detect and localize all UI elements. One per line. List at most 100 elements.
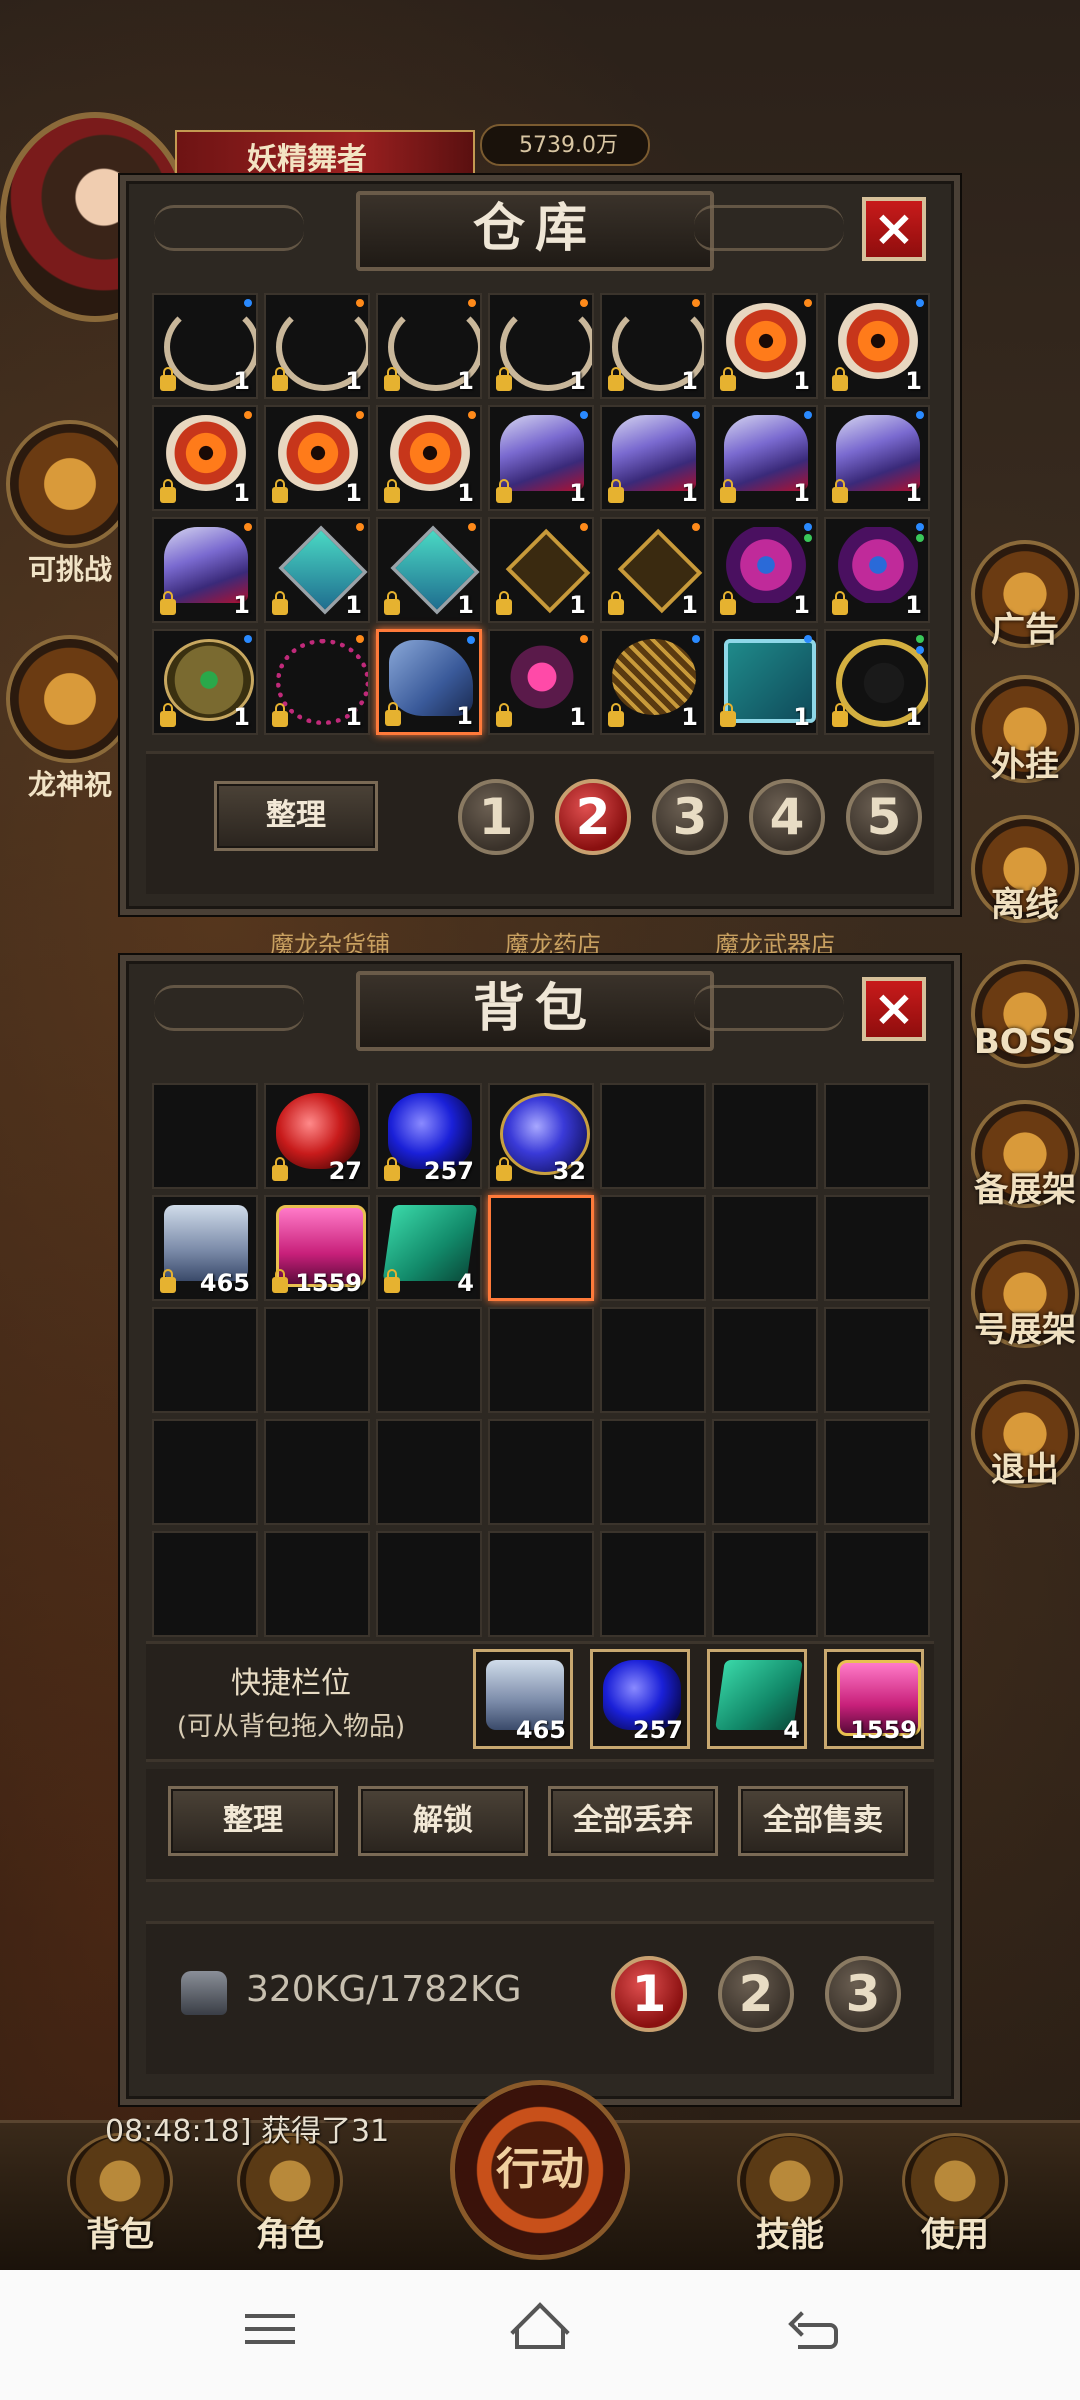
bag-slot[interactable] [712,1195,818,1301]
warehouse-slot[interactable]: 1 [712,517,818,623]
warehouse-slot[interactable]: 1 [488,629,594,735]
warehouse-page-1[interactable]: 1 [458,779,534,855]
warehouse-slot[interactable]: 1 [264,629,370,735]
bag-slot[interactable]: 1559 [264,1195,370,1301]
warehouse-slot[interactable]: 1 [488,405,594,511]
bag-slot[interactable] [376,1419,482,1525]
quality-dot [916,534,924,542]
warehouse-slot[interactable]: 1 [712,293,818,399]
quickbar-slot[interactable]: 465 [473,1649,573,1749]
bag-slot[interactable] [600,1195,706,1301]
warehouse-slot[interactable]: 1 [600,405,706,511]
bag-slot[interactable] [712,1307,818,1413]
bag-sort-button[interactable]: 整理 [168,1786,338,1856]
bag-discard-all-button[interactable]: 全部丢弃 [548,1786,718,1856]
bag-slot[interactable] [264,1419,370,1525]
warehouse-page-5[interactable]: 5 [846,779,922,855]
bag-close-button[interactable]: × [862,977,926,1041]
quickbar-slot[interactable]: 257 [590,1649,690,1749]
bag-page-2[interactable]: 2 [718,1956,794,2032]
warehouse-slot[interactable]: 1 [376,293,482,399]
warehouse-slot[interactable]: 1 [712,405,818,511]
warehouse-slot[interactable]: 1 [376,517,482,623]
warehouse-slot[interactable]: 1 [264,405,370,511]
warehouse-slot[interactable]: 1 [600,293,706,399]
warehouse-slot[interactable]: 1 [824,517,930,623]
warehouse-slot[interactable]: 1 [488,517,594,623]
action-button[interactable]: 行动 [450,2080,630,2260]
bag-unlock-button[interactable]: 解锁 [358,1786,528,1856]
warehouse-slot[interactable]: 1 [824,405,930,511]
bag-slot[interactable] [376,1307,482,1413]
warehouse-close-button[interactable]: × [862,197,926,261]
warehouse-page-2[interactable]: 2 [555,779,631,855]
bag-slot[interactable] [488,1531,594,1637]
bag-slot[interactable] [712,1419,818,1525]
side-right-boss[interactable]: BOSS [970,960,1080,1068]
bag-slot[interactable] [152,1531,258,1637]
bag-slot[interactable] [376,1531,482,1637]
boss-challenge-button[interactable]: 可挑战 [0,420,140,588]
side-right-ad[interactable]: 广告 [970,540,1080,651]
warehouse-slot[interactable]: 1 [824,629,930,735]
warehouse-slot[interactable]: 1 [152,517,258,623]
side-right-exit[interactable]: 退出 [970,1380,1080,1491]
bag-slot[interactable] [712,1083,818,1189]
warehouse-slot[interactable]: 1 [376,629,482,735]
bag-slot[interactable]: 465 [152,1195,258,1301]
menu-icon[interactable] [240,2305,300,2365]
warehouse-slot[interactable]: 1 [488,293,594,399]
warehouse-slot[interactable]: 1 [264,293,370,399]
warehouse-slot[interactable]: 1 [600,517,706,623]
dragon-blessing-button[interactable]: 龙神祝 [0,635,140,803]
warehouse-slot[interactable]: 1 [712,629,818,735]
bag-slot[interactable] [488,1419,594,1525]
bag-slot[interactable] [600,1531,706,1637]
bag-slot[interactable] [488,1195,594,1301]
warehouse-page-3[interactable]: 3 [652,779,728,855]
bag-slot[interactable] [712,1531,818,1637]
bag-slot[interactable] [824,1531,930,1637]
warehouse-slot[interactable]: 1 [152,293,258,399]
warehouse-slot[interactable]: 1 [376,405,482,511]
quickbar-slot[interactable]: 1559 [824,1649,924,1749]
warehouse-slot[interactable]: 1 [152,629,258,735]
bag-slot[interactable] [488,1307,594,1413]
warehouse-sort-button[interactable]: 整理 [214,781,378,851]
skills-tab-button[interactable]: 技能 [715,2133,865,2256]
bag-slot[interactable] [824,1307,930,1413]
side-right-plugin[interactable]: 外挂 [970,675,1080,786]
warehouse-page-4[interactable]: 4 [749,779,825,855]
bag-page-1[interactable]: 1 [611,1956,687,2032]
bag-slot[interactable] [152,1083,258,1189]
warehouse-slot[interactable]: 1 [264,517,370,623]
bag-slot[interactable] [600,1419,706,1525]
bag-slot[interactable] [600,1083,706,1189]
bag-slot[interactable] [152,1419,258,1525]
bag-slot[interactable] [824,1419,930,1525]
bag-slot[interactable] [264,1307,370,1413]
bag-slot[interactable]: 32 [488,1083,594,1189]
bag-slot[interactable]: 4 [376,1195,482,1301]
warehouse-slot[interactable]: 1 [600,629,706,735]
warehouse-slot[interactable]: 1 [824,293,930,399]
use-tab-button[interactable]: 使用 [880,2133,1030,2256]
warehouse-slot[interactable]: 1 [152,405,258,511]
side-right-equip-rack[interactable]: 备展架 [970,1100,1080,1211]
bag-slot[interactable] [152,1307,258,1413]
back-icon[interactable] [788,2305,850,2365]
bag-slot[interactable] [264,1531,370,1637]
quickbar-slot[interactable]: 4 [707,1649,807,1749]
bag-sell-all-button[interactable]: 全部售卖 [738,1786,908,1856]
side-right-title-rack[interactable]: 号展架 [970,1240,1080,1351]
bag-slot[interactable]: 27 [264,1083,370,1189]
side-right-offline[interactable]: 离线 [970,815,1080,926]
character-tab-button[interactable]: 角色 [215,2133,365,2256]
bag-slot[interactable] [600,1307,706,1413]
bag-slot[interactable] [824,1083,930,1189]
bag-slot[interactable]: 257 [376,1083,482,1189]
bag-slot[interactable] [824,1195,930,1301]
bag-page-3[interactable]: 3 [825,1956,901,2032]
bag-tab-button[interactable]: 背包 [45,2133,195,2256]
home-icon[interactable] [510,2302,570,2365]
